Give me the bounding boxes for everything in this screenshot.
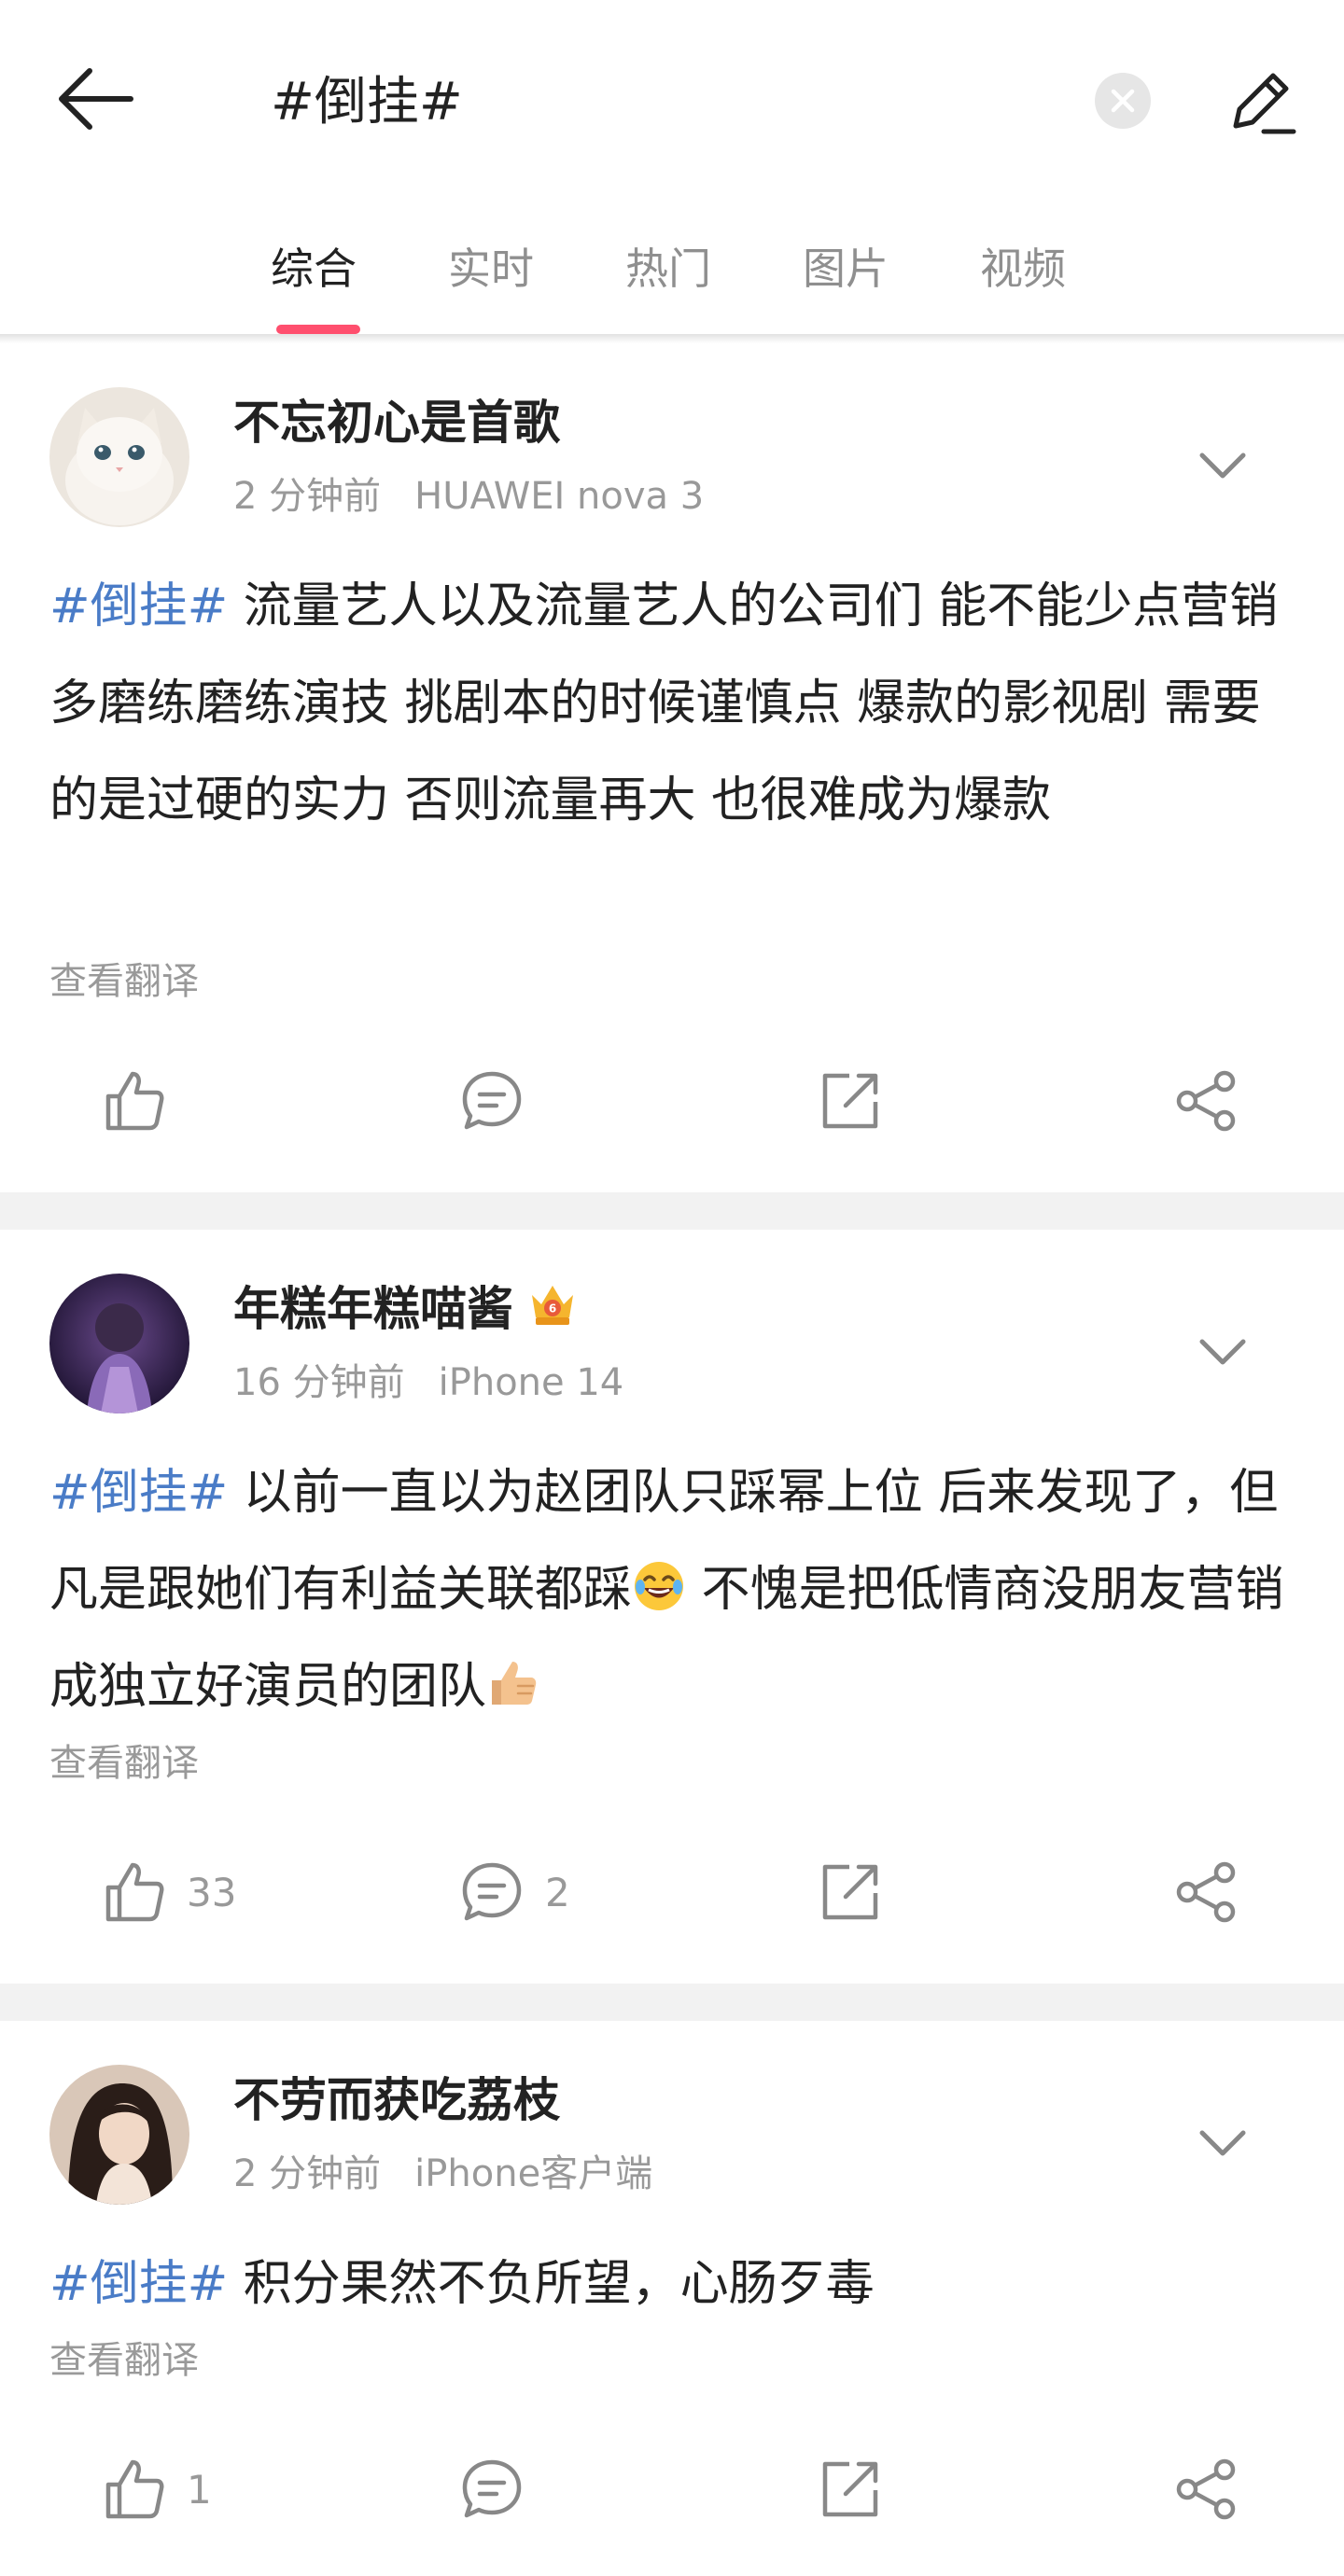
like-button[interactable]: 33 <box>101 1850 236 1934</box>
tab-videos[interactable]: 视频 <box>980 239 1066 299</box>
post-card[interactable]: 不忘初心是首歌 2 分钟前 HUAWEI nova 3 #倒挂# 流量艺人以及流量… <box>0 343 1344 1192</box>
post-text: #倒挂# 积分果然不负所望，心肠歹毒 <box>49 2235 1300 2332</box>
avatar[interactable] <box>49 1274 189 1413</box>
post-time: 16 分钟前 <box>233 1361 405 1404</box>
thumbs-up-icon <box>105 2459 164 2519</box>
active-tab-indicator <box>276 325 360 334</box>
laughing-tears-emoji-icon <box>635 1562 684 1610</box>
avatar[interactable] <box>49 2065 189 2205</box>
search-query[interactable]: #倒挂# <box>271 67 463 138</box>
post-text: #倒挂# 流量艺人以及流量艺人的公司们 能不能少点营销 多磨练磨练演技 挑剧本的… <box>49 558 1300 849</box>
chevron-down-icon <box>1199 2130 1246 2156</box>
forward-icon <box>822 1864 878 1920</box>
crown-level-6-icon[interactable]: 6 <box>526 1278 579 1330</box>
hashtag-link[interactable]: #倒挂# <box>49 1465 228 1521</box>
back-arrow-icon <box>59 68 133 130</box>
like-button[interactable]: 1 <box>101 2447 212 2531</box>
post-time: 2 分钟前 <box>233 2152 382 2195</box>
share-icon <box>1176 2458 1236 2520</box>
repost-button[interactable] <box>818 2447 883 2531</box>
post-card[interactable]: 不劳而获吃荔枝 2 分钟前 iPhone客户端 #倒挂# 积分果然不负所望，心肠歹… <box>0 2021 1344 2576</box>
username[interactable]: 不劳而获吃荔枝 <box>233 2068 560 2133</box>
tab-comprehensive[interactable]: 综合 <box>271 239 357 299</box>
post-menu-button[interactable] <box>1195 2120 1251 2166</box>
comment-count: 2 <box>545 1869 570 1915</box>
post-text: #倒挂# 以前一直以为赵团队只踩幂上位 后来发现了，但凡是跟她们有利益关联都踩 … <box>49 1444 1300 1735</box>
comment-icon <box>462 1071 522 1130</box>
forward-icon <box>822 2461 878 2517</box>
view-translation-link[interactable]: 查看翻译 <box>49 1737 199 1789</box>
post-device: iPhone 14 <box>438 1361 624 1404</box>
post-device: HUAWEI nova 3 <box>414 475 705 518</box>
search-header: #倒挂# <box>0 0 1344 196</box>
chevron-down-icon <box>1199 1339 1246 1365</box>
section-divider <box>0 1192 1344 1230</box>
view-translation-link[interactable]: 查看翻译 <box>49 955 199 1008</box>
post-body: 流量艺人以及流量艺人的公司们 能不能少点营销 多磨练磨练演技 挑剧本的时候谨慎点… <box>49 578 1279 828</box>
post-menu-button[interactable] <box>1195 442 1251 489</box>
view-translation-link[interactable]: 查看翻译 <box>49 2334 199 2387</box>
thumbs-up-emoji-icon <box>492 1662 537 1705</box>
post-body: 积分果然不负所望，心肠歹毒 <box>228 2256 875 2312</box>
share-icon <box>1176 1070 1236 1132</box>
post-time: 2 分钟前 <box>233 475 382 518</box>
tab-bar: 综合 实时 热门 图片 视频 <box>0 224 1344 336</box>
post-card[interactable]: 年糕年糕喵酱 6 16 分钟前 iPhone 14 #倒挂# 以前一直以为赵团队只… <box>0 1230 1344 1984</box>
like-count: 1 <box>187 2466 212 2513</box>
post-meta: 2 分钟前 HUAWEI nova 3 <box>233 470 704 522</box>
post-meta: 2 分钟前 iPhone客户端 <box>233 2148 652 2200</box>
comment-icon <box>462 2459 522 2518</box>
post-menu-button[interactable] <box>1195 1329 1251 1375</box>
comment-button[interactable] <box>459 2447 525 2531</box>
thumbs-up-icon <box>105 1071 164 1131</box>
back-button[interactable] <box>56 62 140 136</box>
share-button[interactable] <box>1174 2447 1239 2531</box>
repost-button[interactable] <box>818 1850 883 1934</box>
clear-search-button[interactable] <box>1095 73 1151 129</box>
repost-button[interactable] <box>818 1059 883 1143</box>
share-icon <box>1176 1861 1236 1923</box>
section-divider <box>0 1984 1344 2021</box>
avatar[interactable] <box>49 387 189 527</box>
edit-button[interactable] <box>1218 60 1302 144</box>
username[interactable]: 不忘初心是首歌 <box>233 390 560 455</box>
tab-realtime[interactable]: 实时 <box>448 239 534 299</box>
forward-icon <box>822 1073 878 1129</box>
comment-icon <box>462 1862 522 1921</box>
comment-button[interactable]: 2 <box>459 1850 570 1934</box>
comment-button[interactable] <box>459 1059 525 1143</box>
like-count: 33 <box>187 1869 237 1915</box>
edit-pencil-icon <box>1233 73 1296 134</box>
close-icon <box>1111 89 1135 113</box>
username[interactable]: 年糕年糕喵酱 <box>233 1282 513 1336</box>
post-actions <box>0 1059 1344 1143</box>
svg-text:6: 6 <box>549 1302 556 1316</box>
tab-images[interactable]: 图片 <box>803 239 889 299</box>
thumbs-up-icon <box>105 1862 164 1922</box>
like-button[interactable] <box>101 1059 166 1143</box>
tab-hot[interactable]: 热门 <box>625 239 711 299</box>
hashtag-link[interactable]: #倒挂# <box>49 2256 228 2312</box>
chevron-down-icon <box>1199 453 1246 479</box>
header-divider <box>0 334 1344 343</box>
post-meta: 16 分钟前 iPhone 14 <box>233 1357 623 1409</box>
share-button[interactable] <box>1174 1850 1239 1934</box>
post-actions: 33 2 <box>0 1850 1344 1934</box>
hashtag-link[interactable]: #倒挂# <box>49 578 228 634</box>
share-button[interactable] <box>1174 1059 1239 1143</box>
post-actions: 1 <box>0 2447 1344 2531</box>
post-device: iPhone客户端 <box>414 2152 653 2195</box>
username-row: 年糕年糕喵酱 6 <box>233 1276 579 1342</box>
